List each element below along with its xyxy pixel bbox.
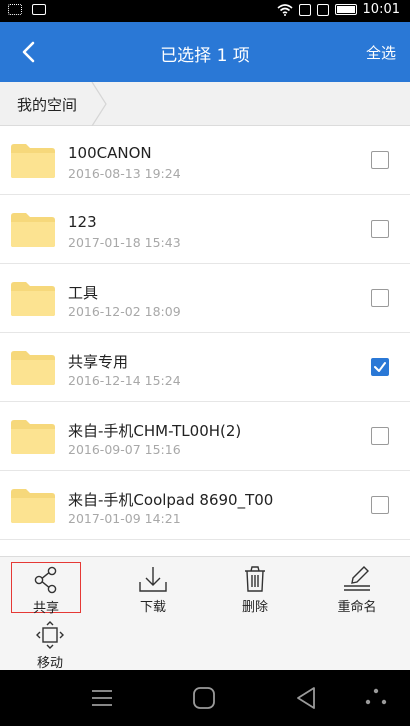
sim2-icon <box>316 3 329 16</box>
checkmark-icon <box>374 362 386 372</box>
file-name: 来自-手机Coolpad 8690_T00 <box>68 491 274 509</box>
file-row[interactable]: 123 2017-01-18 15:43 <box>0 195 410 264</box>
folder-icon <box>11 144 55 178</box>
file-name: 123 <box>68 213 97 231</box>
file-checkbox[interactable] <box>371 289 389 307</box>
folder-icon <box>11 420 55 454</box>
battery-icon <box>334 4 357 15</box>
move-button[interactable]: 移动 <box>15 621 85 671</box>
folder-icon <box>11 213 55 247</box>
app-header: 已选择 1 项 全选 <box>0 22 410 82</box>
file-row[interactable]: 共享专用 2016-12-14 15:24 <box>0 333 410 402</box>
status-right-icons: 10:01 <box>277 2 400 17</box>
file-row[interactable]: 来自-手机Coolpad 8690_T00 2017-01-09 14:21 <box>0 471 410 540</box>
folder-icon <box>11 489 55 523</box>
back-triangle-icon[interactable] <box>290 682 322 714</box>
file-checkbox[interactable] <box>371 151 389 169</box>
file-checkbox[interactable] <box>371 496 389 514</box>
file-checkbox[interactable] <box>371 220 389 238</box>
file-checkbox[interactable] <box>371 358 389 376</box>
move-icon <box>36 621 64 649</box>
file-row[interactable]: 工具 2016-12-02 18:09 <box>0 264 410 333</box>
delete-label: 删除 <box>241 600 268 615</box>
file-date: 2016-08-13 19:24 <box>68 166 181 181</box>
breadcrumb: 我的空间 <box>0 82 410 126</box>
folder-icon <box>11 282 55 316</box>
menu-icon[interactable] <box>86 682 118 714</box>
file-checkbox[interactable] <box>371 427 389 445</box>
sim1-icon <box>298 3 311 16</box>
breadcrumb-separator-icon <box>91 82 107 126</box>
wifi-icon <box>277 3 293 16</box>
status-time: 10:01 <box>362 2 400 17</box>
folder-icon <box>11 351 55 385</box>
file-date: 2016-09-07 15:16 <box>68 442 181 457</box>
file-name: 工具 <box>68 284 99 302</box>
download-button[interactable]: 下载 <box>118 565 188 615</box>
breadcrumb-item-root[interactable]: 我的空间 <box>0 82 101 126</box>
pencil-icon <box>344 566 370 591</box>
file-date: 2016-12-02 18:09 <box>68 304 181 319</box>
move-label: 移动 <box>36 656 63 671</box>
status-left-icons <box>8 4 46 15</box>
file-row[interactable]: 100CANON 2016-08-13 19:24 <box>0 126 410 195</box>
share-icon <box>34 566 57 594</box>
download-icon <box>139 567 167 592</box>
message-icon <box>8 4 22 15</box>
select-all-button[interactable]: 全选 <box>366 42 396 63</box>
system-nav-bar <box>0 670 410 726</box>
trash-icon <box>245 566 265 592</box>
rename-button[interactable]: 重命名 <box>322 565 392 615</box>
file-date: 2016-12-14 15:24 <box>68 373 181 388</box>
status-bar: 10:01 <box>0 0 410 22</box>
download-label: 下载 <box>139 600 166 615</box>
file-row[interactable]: 来自-手机CHM-TL00H(2) 2016-09-07 15:16 <box>0 402 410 471</box>
screenshot-icon <box>32 4 46 15</box>
delete-button[interactable]: 删除 <box>220 565 290 615</box>
file-date: 2017-01-18 15:43 <box>68 235 181 250</box>
file-name: 来自-手机CHM-TL00H(2) <box>68 422 242 440</box>
share-label: 共享 <box>32 601 59 616</box>
action-toolbar: 共享 下载 删除 重命名 移动 <box>0 556 410 671</box>
file-name: 100CANON <box>68 144 152 162</box>
home-icon[interactable] <box>188 682 220 714</box>
file-name: 共享专用 <box>68 353 129 371</box>
file-list: 100CANON 2016-08-13 19:24 123 2017-01-18… <box>0 126 410 556</box>
notification-dots-icon[interactable] <box>360 682 392 714</box>
share-button[interactable]: 共享 <box>11 562 81 616</box>
rename-label: 重命名 <box>337 600 377 615</box>
page-title: 已选择 1 项 <box>160 46 250 66</box>
file-date: 2017-01-09 14:21 <box>68 511 181 526</box>
